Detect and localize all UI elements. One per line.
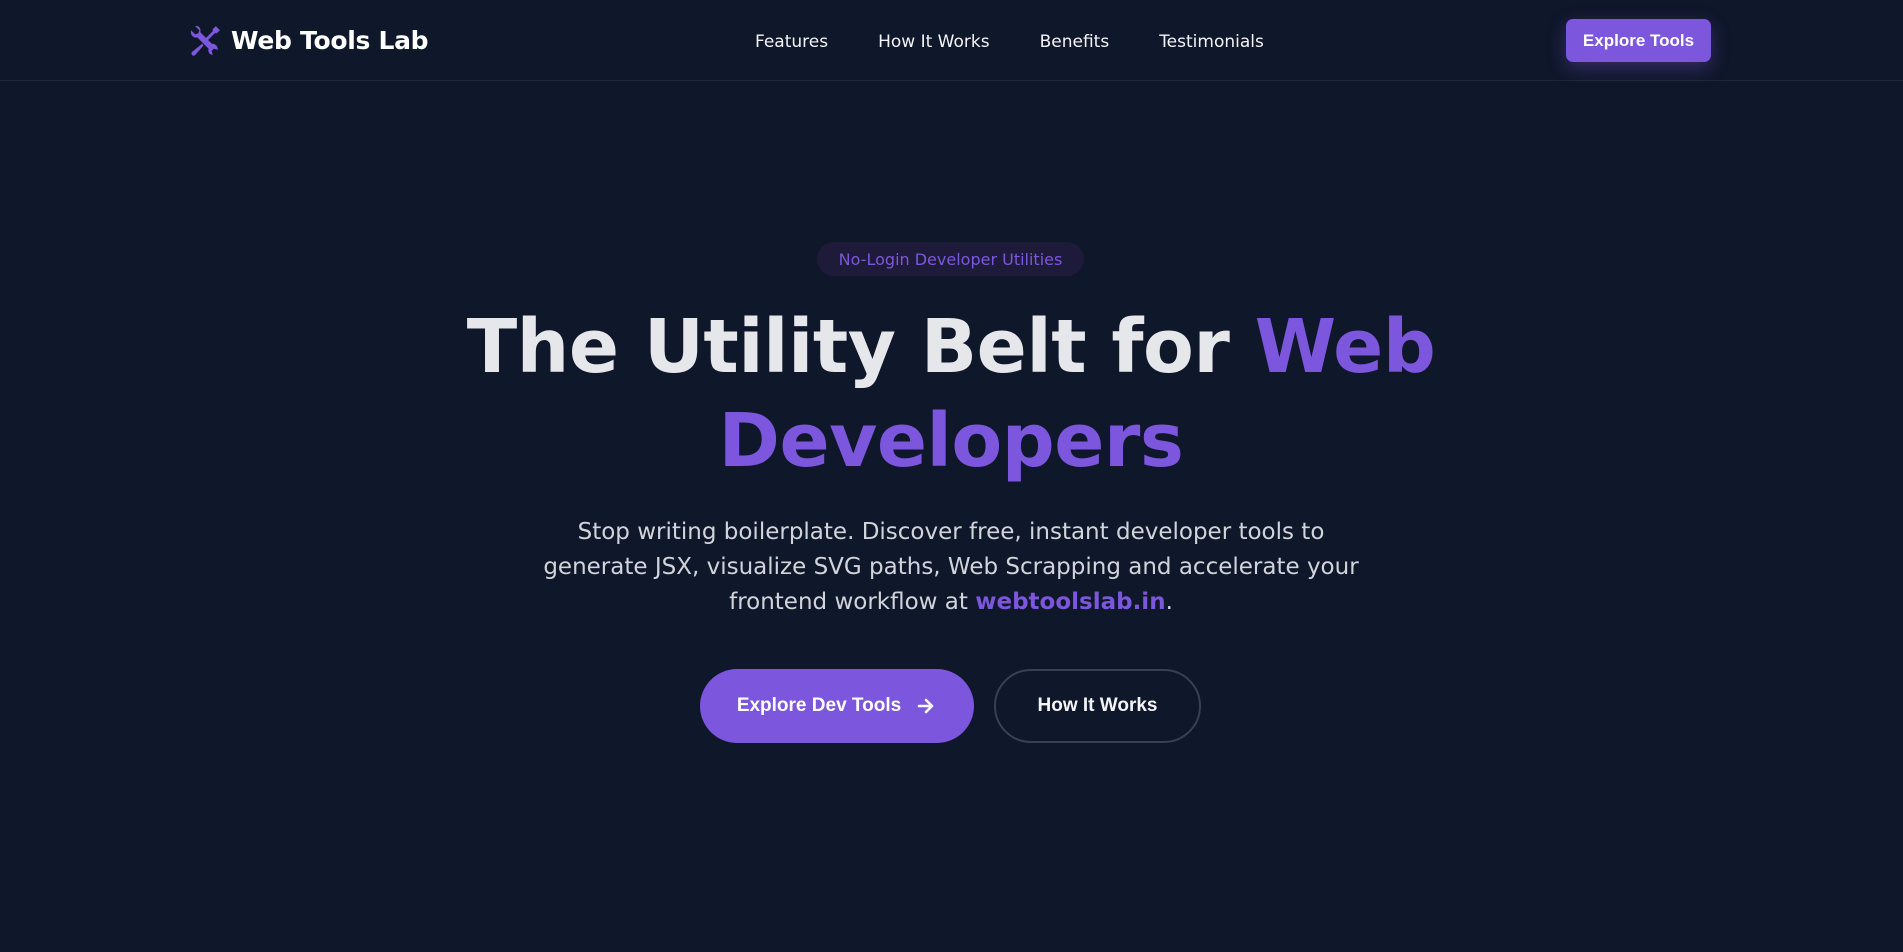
main-nav: Features How It Works Benefits Testimoni… [755,28,1264,56]
nav-link-features[interactable]: Features [755,32,828,52]
arrow-right-icon [915,695,937,717]
brand-name: Web Tools Lab [231,25,429,55]
nav-link-testimonials[interactable]: Testimonials [1159,32,1264,52]
explore-dev-tools-label: Explore Dev Tools [736,695,902,716]
brand-logo-link[interactable]: Web Tools Lab [189,22,429,58]
site-link[interactable]: webtoolslab.in [975,589,1165,615]
headline-plain: The Utility Belt for [466,304,1255,390]
subtitle-end: . [1165,589,1173,615]
navbar: Web Tools Lab Features How It Works Bene… [0,0,1903,81]
hero-subtitle: Stop writing boilerplate. Discover free,… [531,515,1371,620]
nav-link-benefits[interactable]: Benefits [1040,32,1110,52]
explore-dev-tools-button[interactable]: Explore Dev Tools [700,669,974,743]
hero-headline: The Utility Belt for Web Developers [451,300,1451,488]
subtitle-text: Stop writing boilerplate. Discover free,… [543,519,1359,615]
hero-badge: No-Login Developer Utilities [817,242,1084,276]
tools-icon [189,24,222,57]
how-it-works-button[interactable]: How It Works [994,669,1201,743]
explore-tools-button[interactable]: Explore Tools [1566,19,1711,62]
nav-link-how-it-works[interactable]: How It Works [878,32,989,52]
